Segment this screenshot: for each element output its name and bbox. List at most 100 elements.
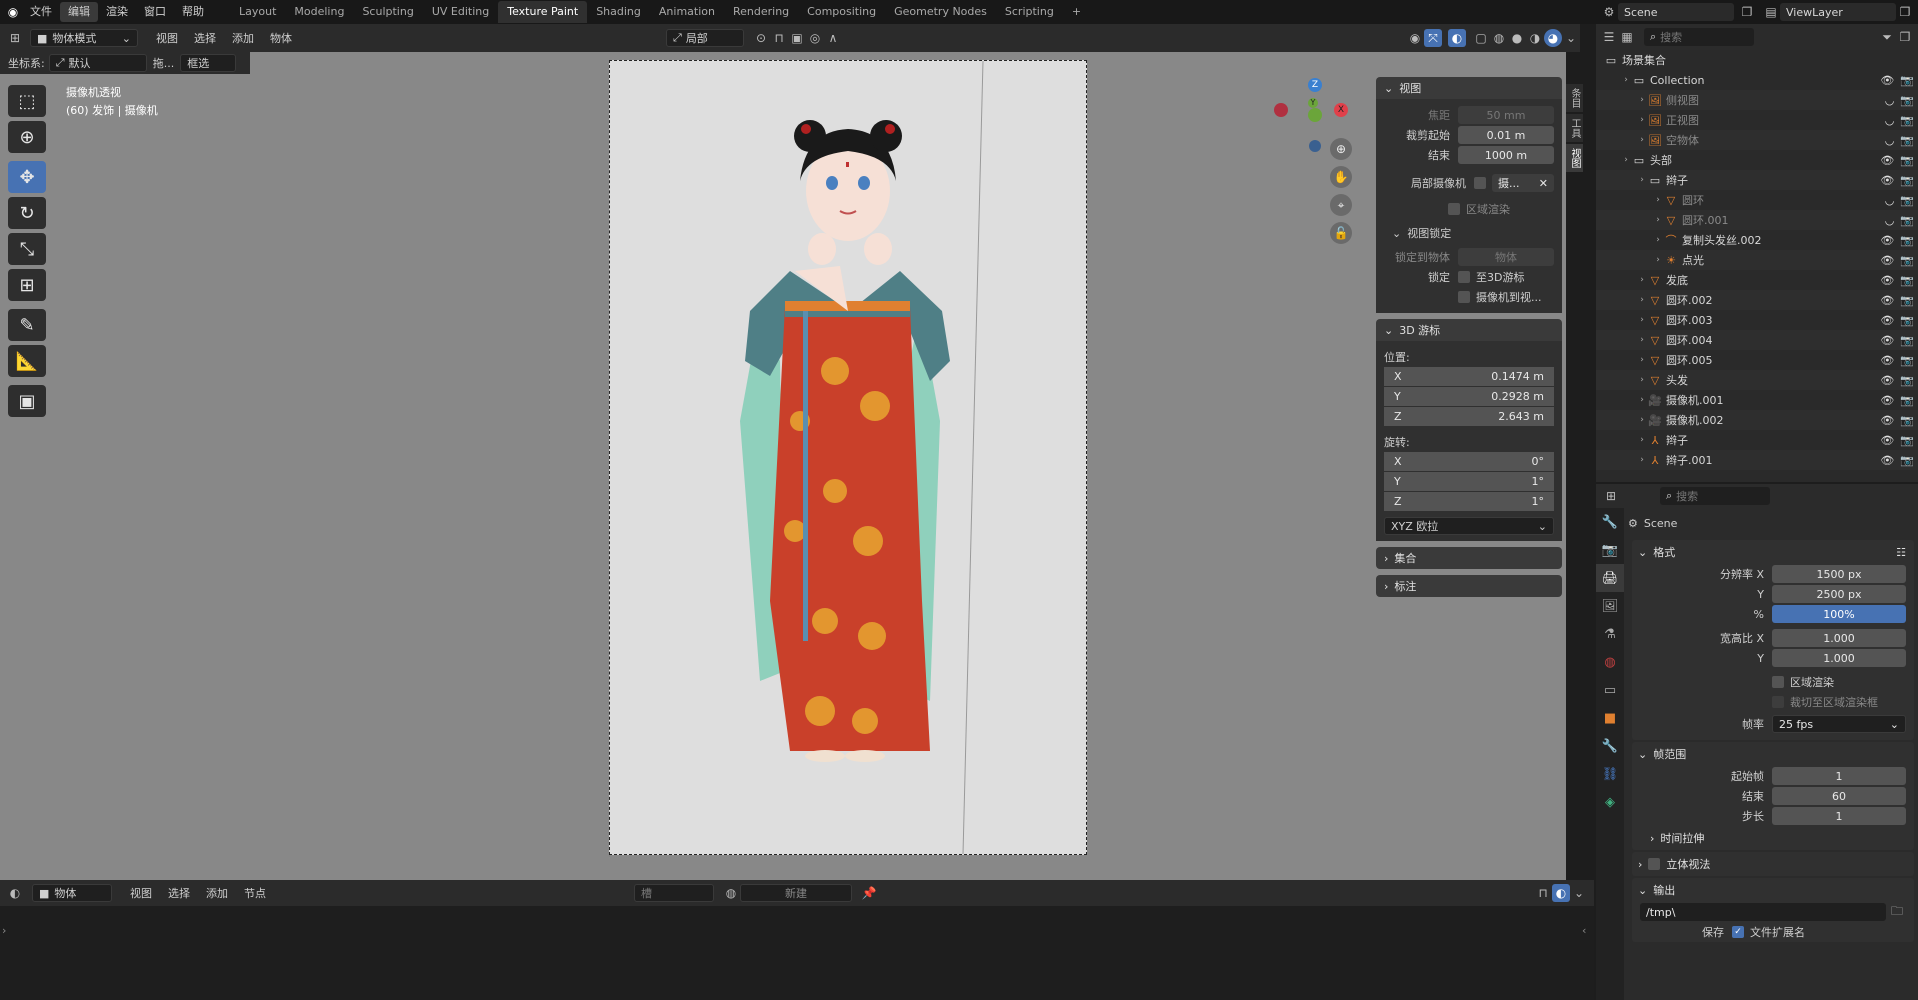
- output-props-icon[interactable]: 🖨: [1596, 564, 1624, 592]
- material-icon[interactable]: ◍: [722, 884, 740, 902]
- transform-tool-icon[interactable]: ⊞: [8, 269, 46, 301]
- eye-icon[interactable]: 👁: [1880, 394, 1894, 407]
- disclosure-triangle-icon[interactable]: ›: [1620, 75, 1632, 85]
- collection-props-icon[interactable]: ▭: [1596, 676, 1624, 704]
- render-camera-icon[interactable]: 📷: [1900, 114, 1914, 127]
- bottom-menu-view[interactable]: 视图: [122, 885, 160, 901]
- xray-icon[interactable]: ▢: [1472, 29, 1490, 47]
- tab-scripting[interactable]: Scripting: [996, 1, 1063, 23]
- expand-arrow-icon[interactable]: ›: [2, 924, 6, 937]
- eye-icon[interactable]: 👁: [1880, 354, 1894, 367]
- new-material-button[interactable]: 新建: [740, 884, 852, 902]
- outliner-item[interactable]: › ▽ 圆环 ◡ 📷: [1596, 190, 1918, 210]
- zoom-icon[interactable]: ⊕: [1330, 138, 1352, 160]
- eye-icon[interactable]: 👁: [1880, 74, 1894, 87]
- outliner-item[interactable]: › ▭ 辫子 👁 📷: [1596, 170, 1918, 190]
- disclosure-triangle-icon[interactable]: ›: [1652, 195, 1664, 205]
- folder-icon[interactable]: 🗀: [1888, 903, 1906, 921]
- render-camera-icon[interactable]: 📷: [1900, 254, 1914, 267]
- outliner-item[interactable]: › ▽ 发底 👁 📷: [1596, 270, 1918, 290]
- collections-panel-header[interactable]: › 集合: [1376, 547, 1562, 569]
- format-header[interactable]: ⌄ 格式 ☷: [1632, 540, 1914, 564]
- bottom-menu-select[interactable]: 选择: [160, 885, 198, 901]
- gizmo-neg-x[interactable]: [1274, 103, 1288, 117]
- tab-texture-paint[interactable]: Texture Paint: [498, 1, 588, 23]
- cursor-panel-header[interactable]: ⌄ 3D 游标: [1376, 319, 1562, 341]
- lock-icon[interactable]: 🔓: [1330, 222, 1352, 244]
- lock-cursor-checkbox[interactable]: [1458, 271, 1470, 283]
- disclosure-triangle-icon[interactable]: ›: [1636, 275, 1648, 285]
- disclosure-triangle-icon[interactable]: ›: [1620, 155, 1632, 165]
- eye-icon[interactable]: ◡: [1885, 214, 1895, 227]
- disclosure-triangle-icon[interactable]: ›: [1636, 315, 1648, 325]
- proportional-edit-icon[interactable]: ◎: [806, 29, 824, 47]
- disclosure-triangle-icon[interactable]: ›: [1652, 235, 1664, 245]
- disclosure-triangle-icon[interactable]: ›: [1636, 115, 1648, 125]
- render-camera-icon[interactable]: 📷: [1900, 274, 1914, 287]
- tab-shading[interactable]: Shading: [587, 1, 650, 23]
- res-percent-field[interactable]: 100%: [1772, 605, 1906, 623]
- rotation-mode-dropdown[interactable]: XYZ 欧拉 ⌄: [1384, 517, 1554, 535]
- viewport-menu-view[interactable]: 视图: [148, 30, 186, 46]
- outliner-item[interactable]: › 🎥 摄像机.001 👁 📷: [1596, 390, 1918, 410]
- clear-icon[interactable]: ✕: [1539, 177, 1548, 190]
- gizmo-toggle-icon[interactable]: ⤧: [1424, 29, 1442, 47]
- tab-item[interactable]: 条目: [1566, 84, 1583, 112]
- rotate-tool-icon[interactable]: ↻: [8, 197, 46, 229]
- render-camera-icon[interactable]: 📷: [1900, 294, 1914, 307]
- snap-icon[interactable]: ⊓: [770, 29, 788, 47]
- disclosure-triangle-icon[interactable]: ›: [1636, 295, 1648, 305]
- clip-start-field[interactable]: 0.01 m: [1458, 126, 1554, 144]
- eye-icon[interactable]: 👁: [1880, 174, 1894, 187]
- disclosure-triangle-icon[interactable]: ›: [1636, 435, 1648, 445]
- view-layer-icon[interactable]: ▤: [1762, 3, 1780, 21]
- outliner-item[interactable]: › ⅄ 辫子.001 👁 📷: [1596, 450, 1918, 470]
- shading-rendered-icon[interactable]: ◕: [1544, 29, 1562, 47]
- disclosure-triangle-icon[interactable]: ›: [1652, 215, 1664, 225]
- eye-icon[interactable]: ◡: [1885, 134, 1895, 147]
- res-y-field[interactable]: 2500 px: [1772, 585, 1906, 603]
- rotation-z-field[interactable]: Z 1°: [1384, 492, 1554, 511]
- menu-edit[interactable]: 编辑: [60, 2, 98, 22]
- file-ext-checkbox[interactable]: ✓: [1732, 926, 1744, 938]
- rotation-y-field[interactable]: Y 1°: [1384, 472, 1554, 491]
- eye-icon[interactable]: ◡: [1885, 114, 1895, 127]
- tab-layout[interactable]: Layout: [230, 1, 285, 23]
- local-camera-checkbox[interactable]: [1474, 177, 1486, 189]
- modifier-props-icon[interactable]: 🔧: [1596, 732, 1624, 760]
- viewport-menu-object[interactable]: 物体: [262, 30, 300, 46]
- render-camera-icon[interactable]: 📷: [1900, 354, 1914, 367]
- outliner-item[interactable]: › ▽ 圆环.004 👁 📷: [1596, 330, 1918, 350]
- tab-tool[interactable]: 工具: [1566, 114, 1583, 142]
- new-collection-icon[interactable]: ❐: [1896, 28, 1914, 46]
- shading-solid-icon[interactable]: ●: [1508, 29, 1526, 47]
- shading-wireframe-icon[interactable]: ◍: [1490, 29, 1508, 47]
- eye-icon[interactable]: 👁: [1880, 234, 1894, 247]
- properties-editor-icon[interactable]: ⊞: [1602, 487, 1620, 505]
- visibility-icon[interactable]: ◉: [1406, 29, 1424, 47]
- editor-type-icon[interactable]: ⊞: [6, 29, 24, 47]
- stereo-checkbox[interactable]: [1648, 858, 1661, 870]
- outliner-item[interactable]: › ▽ 圆环.002 👁 📷: [1596, 290, 1918, 310]
- outliner-item[interactable]: › ▽ 圆环.001 ◡ 📷: [1596, 210, 1918, 230]
- menu-render[interactable]: 渲染: [98, 0, 136, 24]
- tab-animation[interactable]: Animation: [650, 1, 724, 23]
- display-mode-icon[interactable]: ▦: [1618, 28, 1636, 46]
- outliner-item[interactable]: › ▭ Collection 👁 📷: [1596, 70, 1918, 90]
- aspect-y-field[interactable]: 1.000: [1772, 649, 1906, 667]
- render-camera-icon[interactable]: 📷: [1900, 214, 1914, 227]
- tab-geometry-nodes[interactable]: Geometry Nodes: [885, 1, 996, 23]
- tab-view[interactable]: 视图: [1566, 144, 1583, 172]
- render-camera-icon[interactable]: 📷: [1900, 374, 1914, 387]
- outliner-editor-icon[interactable]: ☰: [1600, 28, 1618, 46]
- outliner-search[interactable]: ⌕ 搜索: [1644, 28, 1754, 46]
- add-cube-tool-icon[interactable]: ▣: [8, 385, 46, 417]
- eye-icon[interactable]: 👁: [1880, 434, 1894, 447]
- disclosure-triangle-icon[interactable]: ›: [1636, 175, 1648, 185]
- outliner-item[interactable]: › 🎥 摄像机.002 👁 📷: [1596, 410, 1918, 430]
- aspect-x-field[interactable]: 1.000: [1772, 629, 1906, 647]
- transform-orientation-dropdown[interactable]: ⤢ 局部: [666, 29, 744, 47]
- render-camera-icon[interactable]: 📷: [1900, 234, 1914, 247]
- overlay-icon[interactable]: ◐: [1552, 884, 1570, 902]
- outliner-item[interactable]: › ▽ 圆环.003 👁 📷: [1596, 310, 1918, 330]
